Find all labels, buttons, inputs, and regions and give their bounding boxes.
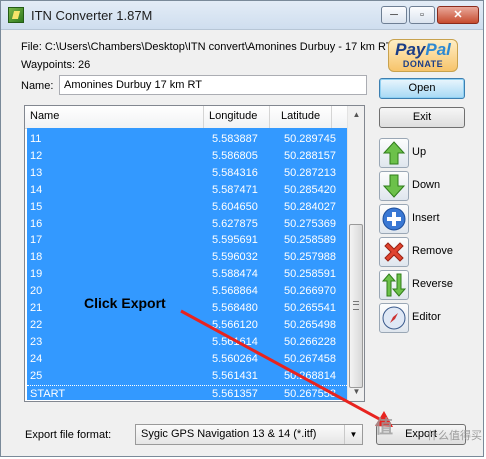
watermark-text: 什么值得买 [427, 430, 482, 442]
app-window: ITN Converter 1.87M ─ ▫ ✕ File: C:\Users… [0, 0, 484, 457]
annotation-arrow [180, 309, 393, 427]
watermark-logo: 值 [375, 417, 393, 437]
